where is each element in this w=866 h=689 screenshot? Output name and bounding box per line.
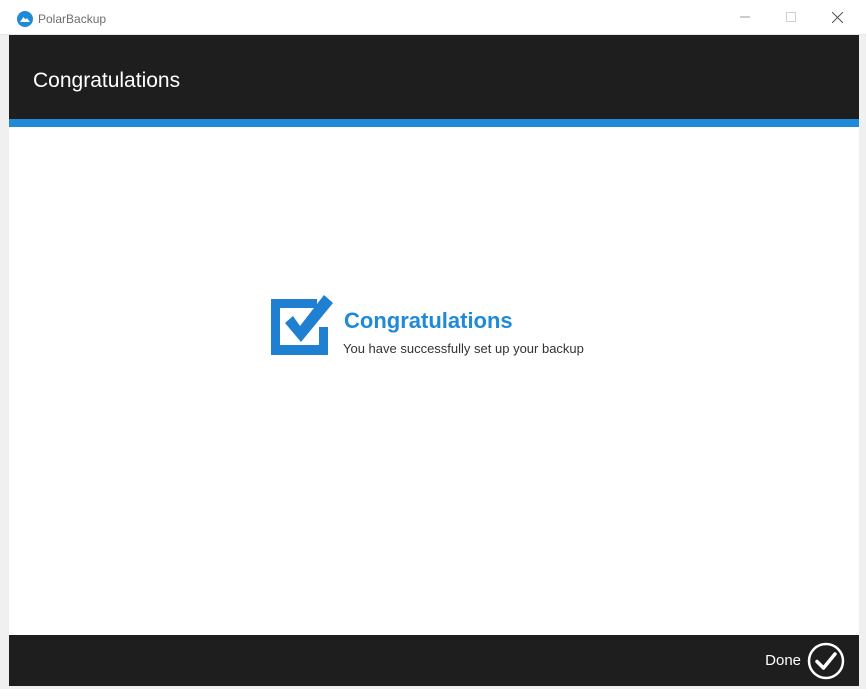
success-subtitle: You have successfully set up your backup [343,341,584,356]
done-label: Done [765,652,801,669]
maximize-button[interactable] [768,0,814,34]
minimize-icon [740,16,750,18]
success-title: Congratulations [344,308,513,333]
window-title: PolarBackup [38,12,107,26]
footer-bar: Done [9,635,859,686]
close-button[interactable] [814,0,860,34]
success-message: Congratulations You have successfully se… [269,293,629,363]
close-icon [831,11,843,23]
window-border-left [0,35,9,689]
page-title: Congratulations [33,69,181,92]
minimize-button[interactable] [722,0,768,34]
checkbox-checked-icon [271,295,333,355]
maximize-icon [786,12,796,22]
app-window: PolarBackup Congratulations Congratulati… [0,0,866,689]
page-header: Congratulations [9,35,859,119]
check-circle-icon [807,642,845,680]
done-button[interactable]: Done [765,639,845,683]
main-content: Congratulations You have successfully se… [9,127,859,635]
polarbackup-logo-icon [17,11,33,27]
title-bar[interactable]: PolarBackup [0,0,866,35]
accent-bar [9,119,859,127]
